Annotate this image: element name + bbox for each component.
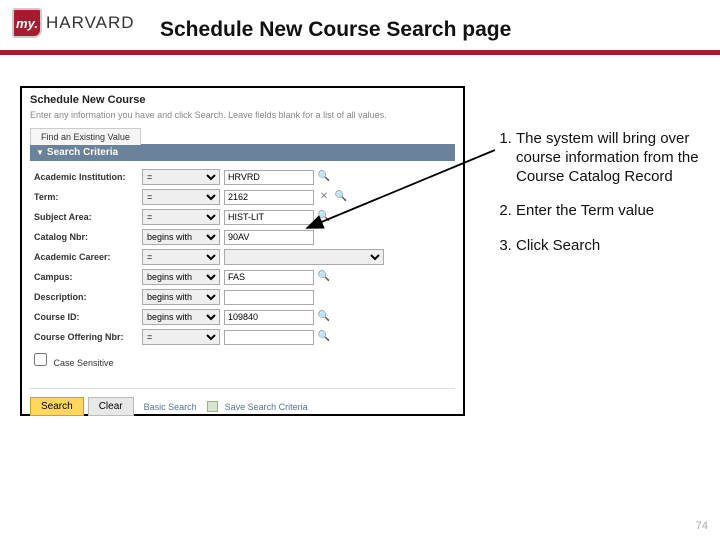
- label-subject: Subject Area:: [34, 212, 142, 222]
- clear-button[interactable]: Clear: [88, 397, 134, 416]
- lookup-icon[interactable]: 🔍: [317, 310, 331, 324]
- label-campus: Campus:: [34, 272, 142, 282]
- search-button[interactable]: Search: [30, 397, 84, 416]
- note-3: Click Search: [516, 237, 700, 256]
- label-description: Description:: [34, 292, 142, 302]
- row-subject: Subject Area: = 🔍: [34, 207, 451, 227]
- logo-brand: HARVARD: [46, 13, 135, 33]
- collapse-triangle-icon: ▼: [36, 148, 44, 157]
- note-2: Enter the Term value: [516, 202, 700, 221]
- row-offering: Course Offering Nbr: = 🔍: [34, 327, 451, 347]
- note-1: The system will bring over course inform…: [516, 130, 700, 186]
- lookup-icon[interactable]: 🔍: [334, 190, 348, 204]
- header-divider: [0, 50, 720, 55]
- page-number: 74: [696, 520, 708, 532]
- op-courseid[interactable]: begins with: [142, 309, 220, 325]
- row-case-sensitive: Case Sensitive: [34, 353, 451, 368]
- label-institution: Academic Institution:: [34, 172, 142, 182]
- input-term[interactable]: [224, 190, 314, 205]
- instruction-notes: The system will bring over course inform…: [490, 130, 700, 272]
- input-courseid[interactable]: [224, 310, 314, 325]
- label-term: Term:: [34, 192, 142, 202]
- op-institution[interactable]: =: [142, 169, 220, 185]
- label-career: Academic Career:: [34, 252, 142, 262]
- tab-find-existing[interactable]: Find an Existing Value: [30, 128, 141, 145]
- button-row: Search Clear Basic Search Save Search Cr…: [30, 388, 455, 416]
- logo: my. HARVARD: [12, 8, 135, 38]
- page-instruction: Enter any information you have and click…: [30, 110, 455, 120]
- input-campus[interactable]: [224, 270, 314, 285]
- op-subject[interactable]: =: [142, 209, 220, 225]
- link-save-criteria[interactable]: Save Search Criteria: [225, 402, 308, 412]
- label-offering: Course Offering Nbr:: [34, 332, 142, 342]
- lookup-icon[interactable]: 🔍: [317, 210, 331, 224]
- lookup-icon[interactable]: 🔍: [317, 330, 331, 344]
- op-campus[interactable]: begins with: [142, 269, 220, 285]
- input-catalog[interactable]: [224, 230, 314, 245]
- op-description[interactable]: begins with: [142, 289, 220, 305]
- save-icon: [207, 401, 218, 412]
- lookup-icon[interactable]: 🔍: [317, 270, 331, 284]
- row-campus: Campus: begins with 🔍: [34, 267, 451, 287]
- lookup-icon[interactable]: 🔍: [317, 170, 331, 184]
- op-term[interactable]: =: [142, 189, 220, 205]
- input-description[interactable]: [224, 290, 314, 305]
- checkbox-case-sensitive[interactable]: [34, 353, 47, 366]
- input-offering[interactable]: [224, 330, 314, 345]
- row-catalog: Catalog Nbr: begins with: [34, 227, 451, 247]
- clear-icon[interactable]: ✕: [317, 190, 331, 204]
- label-case-sensitive: Case Sensitive: [54, 358, 114, 368]
- search-criteria-header[interactable]: ▼Search Criteria: [30, 144, 455, 161]
- page-title: Schedule New Course: [30, 94, 455, 106]
- row-courseid: Course ID: begins with 🔍: [34, 307, 451, 327]
- op-career[interactable]: =: [142, 249, 220, 265]
- op-catalog[interactable]: begins with: [142, 229, 220, 245]
- label-courseid: Course ID:: [34, 312, 142, 322]
- link-basic-search[interactable]: Basic Search: [144, 402, 197, 412]
- op-offering[interactable]: =: [142, 329, 220, 345]
- label-catalog: Catalog Nbr:: [34, 232, 142, 242]
- input-institution[interactable]: [224, 170, 314, 185]
- logo-badge: my.: [12, 8, 42, 38]
- screenshot-panel: Schedule New Course Enter any informatio…: [20, 86, 465, 416]
- input-subject[interactable]: [224, 210, 314, 225]
- slide-title: Schedule New Course Search page: [160, 18, 511, 42]
- row-term: Term: = ✕ 🔍: [34, 187, 451, 207]
- row-career: Academic Career: =: [34, 247, 451, 267]
- row-institution: Academic Institution: = 🔍: [34, 167, 451, 187]
- row-description: Description: begins with: [34, 287, 451, 307]
- select-career[interactable]: [224, 249, 384, 265]
